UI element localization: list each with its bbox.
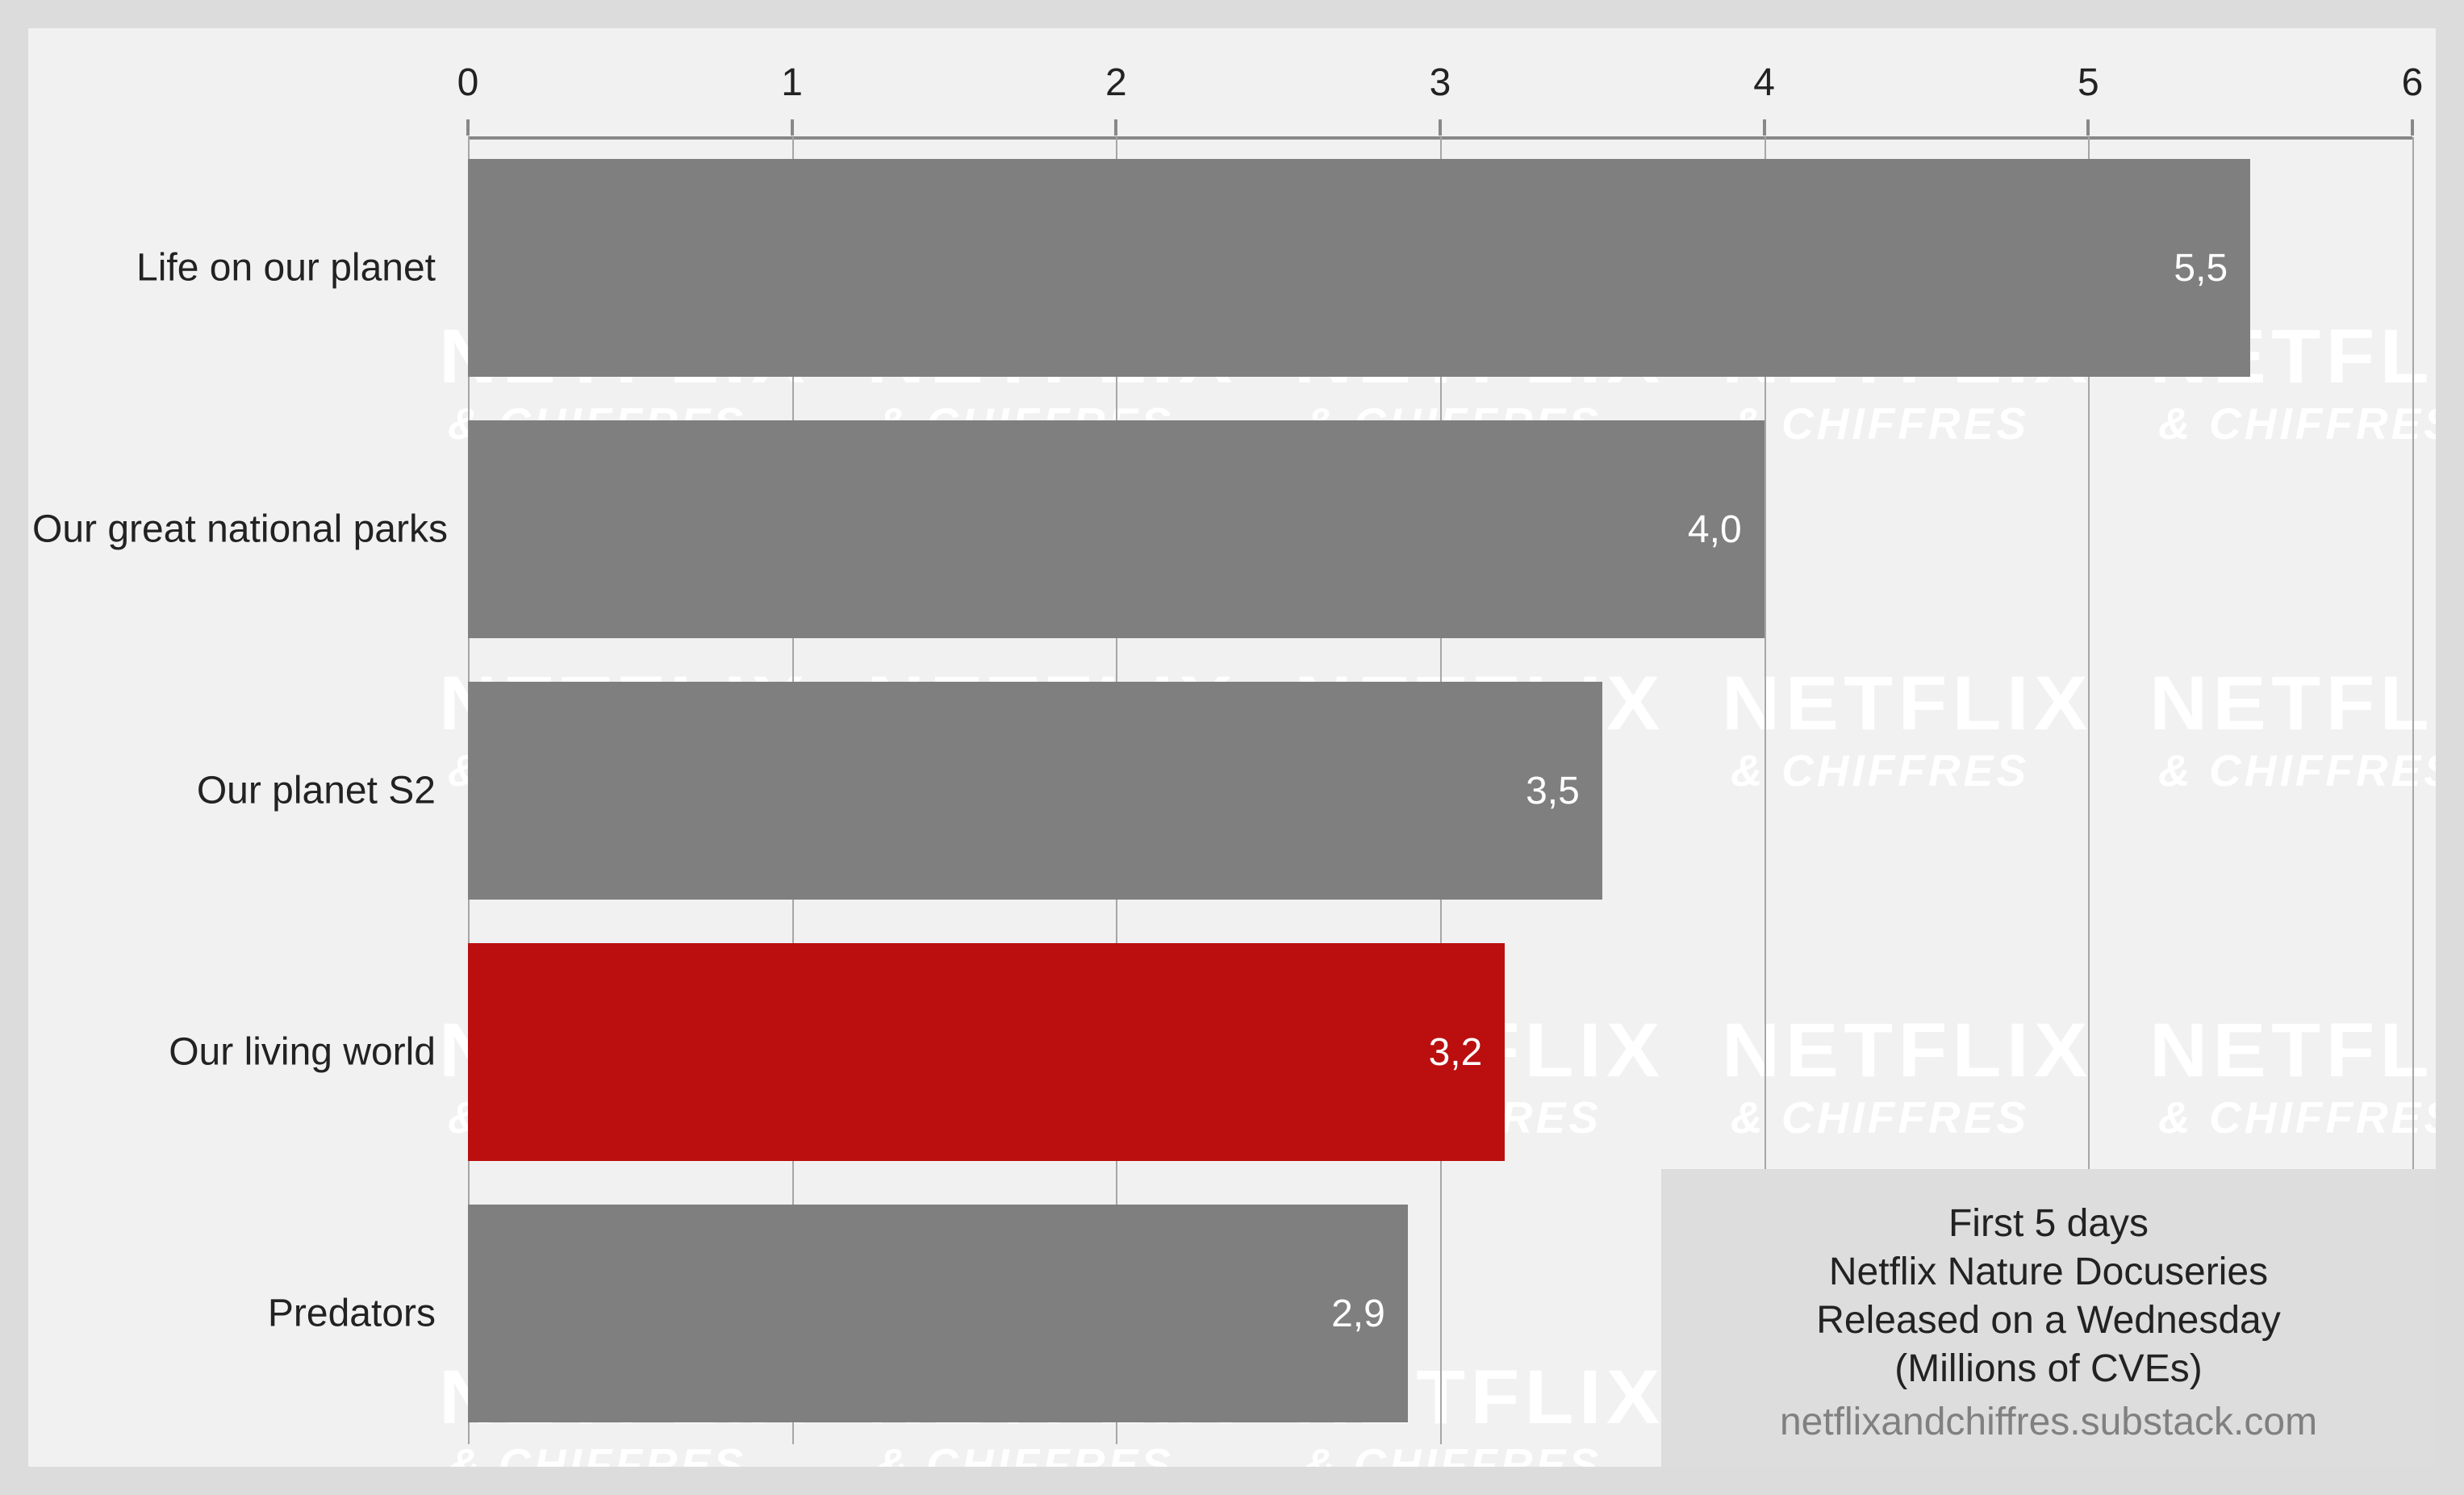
y-category-label: Our planet S2 xyxy=(32,769,436,813)
annotation-line-4: (Millions of CVEs) xyxy=(1710,1345,2387,1393)
x-tick-label: 6 xyxy=(2364,61,2461,105)
tick-mark xyxy=(466,119,470,136)
annotation-source: netflixandchiffres.substack.com xyxy=(1710,1400,2387,1444)
x-tick-label: 4 xyxy=(1716,61,1813,105)
bar: 2,9 xyxy=(468,1205,1408,1422)
annotation-line-3: Released on a Wednesday xyxy=(1710,1297,2387,1345)
tick-mark xyxy=(1763,119,1766,136)
x-tick-label: 0 xyxy=(420,61,516,105)
chart-annotation-box: First 5 days Netflix Nature Docuseries R… xyxy=(1661,1169,2436,1467)
bar-value-label: 3,2 xyxy=(1429,1030,1483,1075)
tick-mark xyxy=(2086,119,2090,136)
bar: 5,5 xyxy=(468,159,2250,377)
bar-value-label: 2,9 xyxy=(1331,1292,1385,1336)
x-tick-label: 2 xyxy=(1067,61,1164,105)
y-category-label: Predators xyxy=(32,1292,436,1336)
bar: 4,0 xyxy=(468,420,1764,638)
tick-mark xyxy=(1114,119,1117,136)
x-tick-label: 5 xyxy=(2040,61,2136,105)
tick-mark xyxy=(2411,119,2414,136)
x-tick-label: 3 xyxy=(1392,61,1489,105)
x-tick-label: 1 xyxy=(744,61,841,105)
bar-value-label: 4,0 xyxy=(1688,507,1742,552)
tick-mark xyxy=(1439,119,1442,136)
y-category-label: Life on our planet xyxy=(32,246,436,290)
bar-value-label: 3,5 xyxy=(1526,769,1580,813)
y-category-label: Our great national parks xyxy=(32,507,436,552)
annotation-line-2: Netflix Nature Docuseries xyxy=(1710,1248,2387,1297)
bar: 3,5 xyxy=(468,682,1602,900)
bar: 3,2 xyxy=(468,943,1505,1161)
bar-value-label: 5,5 xyxy=(2174,246,2228,290)
y-category-label: Our living world xyxy=(32,1030,436,1075)
chart-container: NETFLIX& CHIFFRESNETFLIX& CHIFFRESNETFLI… xyxy=(28,28,2436,1467)
annotation-line-1: First 5 days xyxy=(1710,1200,2387,1248)
tick-mark xyxy=(791,119,794,136)
